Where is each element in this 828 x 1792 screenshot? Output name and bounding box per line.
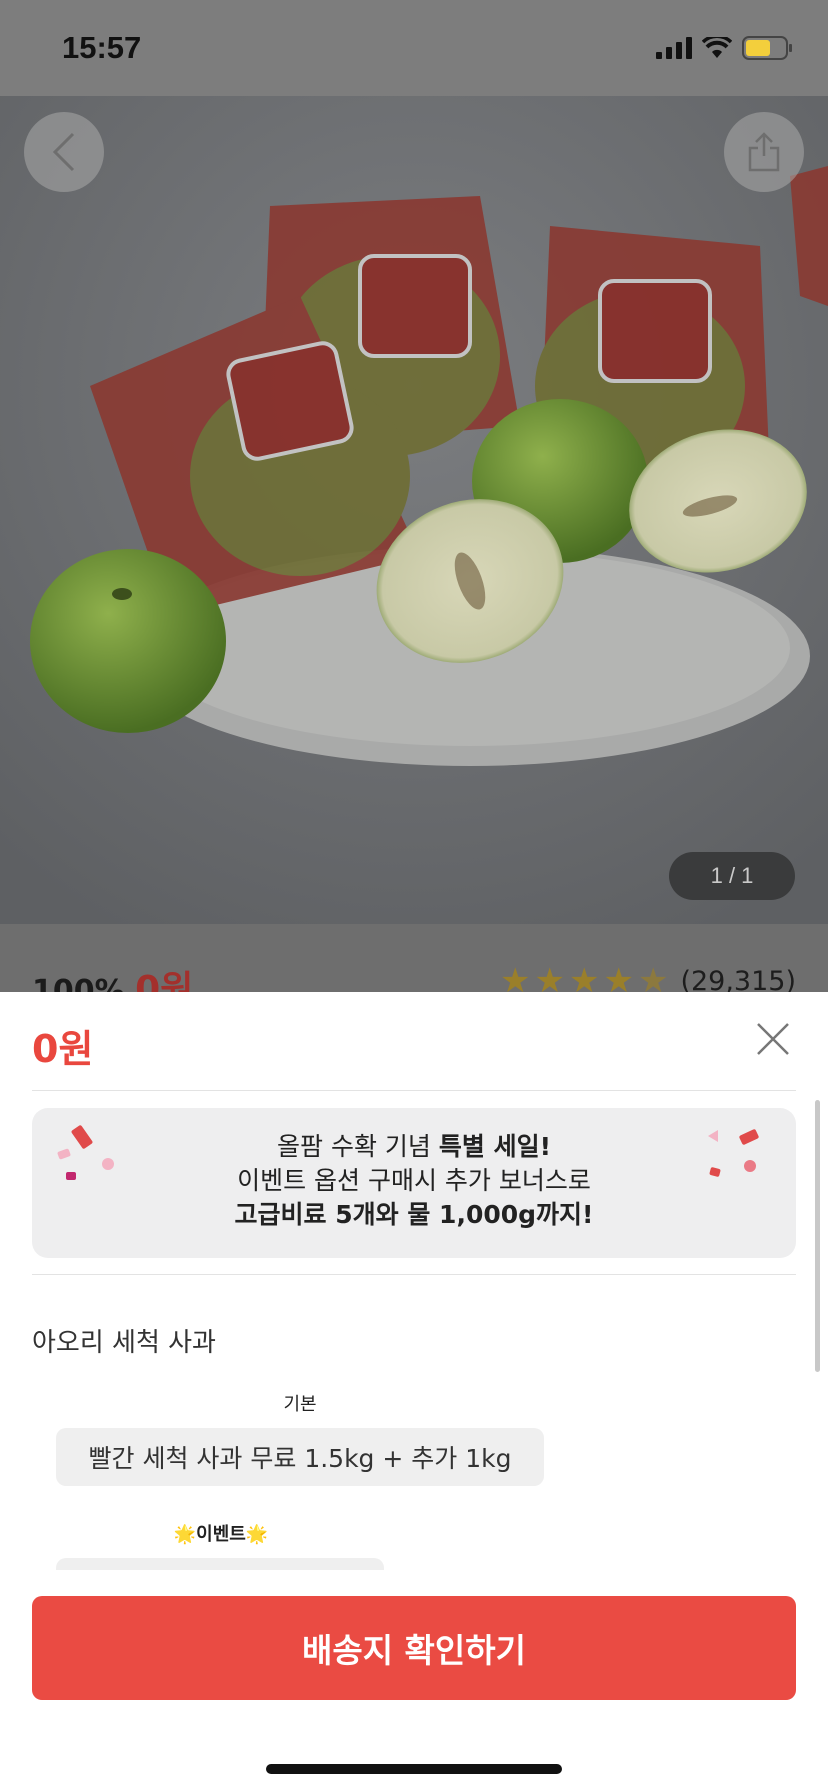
status-time: 15:57 — [62, 30, 142, 65]
signal-icon — [656, 37, 692, 59]
promo-line3: 고급비료 5개와 물 1,000g까지! — [234, 1200, 594, 1229]
rating: ★ ★ ★ ★ ★ (29,315) — [500, 964, 796, 992]
divider — [32, 1274, 796, 1275]
status-bar: 15:57 — [0, 0, 828, 96]
discount-rate: 100% — [32, 974, 125, 992]
back-button[interactable] — [24, 112, 104, 192]
status-icons — [656, 36, 794, 60]
share-button[interactable] — [724, 112, 804, 192]
promo-line1: 올팜 수확 기념 — [277, 1132, 439, 1161]
share-icon — [748, 132, 780, 172]
scrollbar[interactable] — [815, 1100, 820, 1372]
option-chip[interactable] — [56, 1558, 384, 1570]
wifi-icon — [702, 37, 732, 58]
home-indicator — [266, 1764, 562, 1774]
option-group-label: 🌟이벤트🌟 — [173, 1524, 269, 1545]
product-image-carousel[interactable]: 1 / 1 — [0, 96, 828, 924]
peek-price: 100% 0원 — [32, 960, 193, 992]
option-title: 아오리 세척 사과 — [32, 1328, 216, 1358]
promo-text: 올팜 수확 기념 특별 세일! 이벤트 옵션 구매시 추가 보너스로 고급비료 … — [32, 1130, 796, 1232]
star-icon: ★ — [569, 961, 600, 992]
star-icon: ★ — [500, 961, 531, 992]
battery-icon — [742, 36, 792, 60]
product-photo — [0, 96, 828, 924]
promo-banner: 올팜 수확 기념 특별 세일! 이벤트 옵션 구매시 추가 보너스로 고급비료 … — [32, 1108, 796, 1258]
close-icon — [757, 1023, 789, 1055]
back-chevron-icon — [52, 132, 75, 172]
sale-price: 0원 — [135, 969, 194, 992]
divider — [32, 1090, 796, 1091]
option-group-label: 기본 — [283, 1394, 317, 1415]
option-chip[interactable]: 빨간 세척 사과 무료 1.5kg + 추가 1kg — [56, 1428, 544, 1486]
star-icon: ★ — [603, 961, 634, 992]
option-bottom-sheet: 0원 올팜 수확 기념 특별 세일! 이벤트 옵션 구매시 추가 보너스로 고급… — [0, 992, 828, 1792]
half-star-icon: ★ — [637, 961, 669, 992]
star-icon: ★ — [534, 961, 565, 992]
promo-line2: 이벤트 옵션 구매시 추가 보너스로 — [237, 1166, 591, 1195]
review-count: (29,315) — [680, 965, 796, 993]
promo-line1-bold: 특별 세일! — [438, 1132, 551, 1161]
close-button[interactable] — [748, 1014, 798, 1064]
image-page-indicator: 1 / 1 — [669, 852, 795, 900]
confirm-address-button[interactable]: 배송지 확인하기 — [32, 1596, 796, 1700]
sheet-price: 0원 — [32, 1027, 94, 1071]
product-summary-peek: 100% 0원 ★ ★ ★ ★ ★ (29,315) — [0, 924, 828, 992]
